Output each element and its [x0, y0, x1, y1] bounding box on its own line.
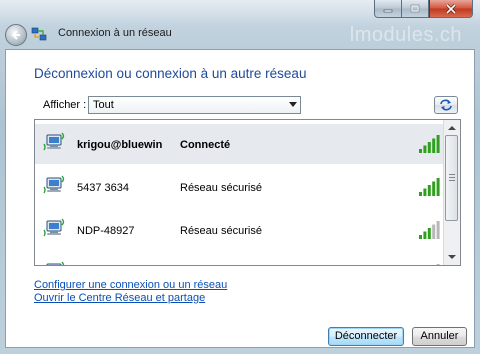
- signal-bar: [436, 178, 440, 196]
- cancel-button[interactable]: Annuler: [412, 327, 467, 346]
- network-row[interactable]: 5437 3634 Réseau sécurisé: [35, 167, 445, 207]
- signal-strength-icon: [436, 264, 440, 265]
- network-list-scrollbar[interactable]: [443, 120, 460, 265]
- refresh-button[interactable]: [434, 96, 458, 114]
- scrollbar-thumb[interactable]: [445, 135, 458, 221]
- close-button[interactable]: [429, 0, 473, 18]
- network-status: Connecté: [180, 139, 231, 151]
- wireless-network-icon: [43, 218, 65, 237]
- watermark: lmodules.ch: [349, 24, 462, 46]
- caption-buttons: [374, 0, 473, 18]
- signal-bar: [423, 231, 427, 239]
- signal-strength-icon: [419, 221, 440, 239]
- wireless-network-icon: [43, 175, 65, 194]
- back-arrow-icon: [11, 30, 20, 40]
- signal-bar: [419, 192, 422, 196]
- signal-bar: [432, 224, 436, 239]
- signal-bar: [423, 188, 427, 196]
- maximize-icon: [410, 4, 420, 12]
- signal-strength-icon: [419, 178, 440, 196]
- page-heading: Déconnexion ou connexion à un autre rése…: [34, 66, 307, 81]
- network-name: 5437 3634: [77, 182, 129, 194]
- back-button[interactable]: [5, 24, 27, 46]
- configure-connection-link[interactable]: Configurer une connexion ou un réseau: [34, 279, 227, 292]
- signal-bar: [419, 149, 422, 153]
- signal-bar: [432, 181, 436, 196]
- disconnect-button[interactable]: Déconnecter: [328, 327, 404, 346]
- window-title: Connexion à un réseau: [58, 27, 172, 39]
- signal-bar: [427, 185, 431, 196]
- maximize-button[interactable]: [402, 0, 429, 18]
- window-frame: Connexion à un réseau lmodules.ch Déconn…: [0, 0, 480, 354]
- signal-bar: [436, 135, 440, 153]
- signal-bar: [419, 235, 422, 239]
- signal-bar: [423, 145, 427, 153]
- filter-label: Afficher :: [43, 99, 87, 111]
- wireless-network-icon: [46, 261, 65, 265]
- network-row[interactable]: NDP-48927 Réseau sécurisé: [35, 210, 445, 250]
- signal-bar: [427, 228, 431, 239]
- minimize-icon: [383, 9, 393, 12]
- filter-selected-value: Tout: [93, 99, 114, 111]
- signal-bar: [432, 138, 436, 153]
- signal-bar: [427, 142, 431, 153]
- content-panel: Déconnexion ou connexion à un autre rése…: [5, 49, 475, 348]
- scroll-up-icon[interactable]: [448, 126, 456, 130]
- scroll-down-icon[interactable]: [448, 255, 456, 259]
- network-name: NDP-48927: [77, 225, 135, 237]
- signal-bar: [436, 264, 440, 265]
- signal-bar: [436, 221, 440, 239]
- network-row[interactable]: krigou@bluewin Connecté: [35, 124, 445, 164]
- chevron-down-icon: [289, 102, 297, 107]
- close-icon: [445, 3, 457, 14]
- wireless-network-icon: [43, 132, 65, 151]
- minimize-button[interactable]: [374, 0, 402, 18]
- network-row[interactable]: [35, 253, 445, 265]
- network-list[interactable]: krigou@bluewin Connecté 5437 3634 Réseau sé…: [34, 119, 461, 266]
- filter-dropdown[interactable]: Tout: [88, 96, 301, 114]
- refresh-icon: [440, 99, 452, 111]
- network-status: Réseau sécurisé: [180, 182, 262, 194]
- links-area: Configurer une connexion ou un réseau Ou…: [34, 279, 227, 305]
- network-status: Réseau sécurisé: [180, 225, 262, 237]
- network-name: krigou@bluewin: [77, 139, 163, 151]
- network-connection-icon: [31, 27, 47, 41]
- signal-strength-icon: [419, 135, 440, 153]
- open-network-center-link[interactable]: Ouvrir le Centre Réseau et partage: [34, 292, 227, 305]
